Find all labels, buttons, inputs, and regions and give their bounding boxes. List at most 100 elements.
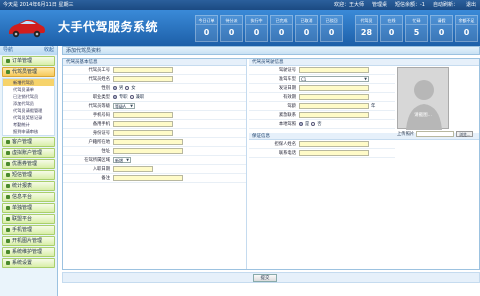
- phone-input[interactable]: [113, 112, 173, 118]
- radio-label: 女: [131, 86, 136, 91]
- menu-icon: [6, 217, 10, 221]
- stat-label: 余额不足: [456, 16, 477, 25]
- form-row: 联系电话: [249, 149, 395, 158]
- stat-leave[interactable]: 请假 0: [430, 15, 453, 42]
- menu-icon: [6, 162, 10, 166]
- form-row: 备用手机: [63, 120, 246, 129]
- local-license-no-radio[interactable]: [311, 122, 316, 126]
- sidebar-item-boot-images[interactable]: 开机图片管理: [2, 236, 55, 246]
- driver-name-input[interactable]: [113, 76, 173, 82]
- sidebar-item-reports[interactable]: 统计报表: [2, 181, 55, 191]
- menu-icon: [6, 228, 10, 232]
- stat-low-balance[interactable]: 余额不足 0: [455, 15, 478, 42]
- browse-button[interactable]: 浏览...: [456, 131, 474, 137]
- stat-pending[interactable]: 待分派 0: [220, 15, 243, 42]
- submenu-item[interactable]: 已注销代驾员: [3, 93, 54, 100]
- hire-date-input[interactable]: [113, 166, 153, 172]
- logout-link[interactable]: 退出: [466, 0, 476, 10]
- submenu-item[interactable]: 代驾员请假管理: [3, 107, 54, 114]
- sidebar-item-orders[interactable]: 订单管理: [2, 56, 55, 66]
- menu-icon: [6, 184, 10, 188]
- validity-input[interactable]: [299, 94, 369, 100]
- sidebar-item-info-platform[interactable]: 信息平台: [2, 192, 55, 202]
- menu-icon: [6, 59, 10, 63]
- menu-icon: [6, 173, 10, 177]
- submit-button[interactable]: 提交: [253, 274, 277, 282]
- app-header: 大手代驾服务系统 今日订单 0 待分派 0 执行中 0 已完成 0 已取消 0 已驳回 0 …: [0, 10, 480, 46]
- gender-male-radio[interactable]: [113, 86, 117, 90]
- stat-busy[interactable]: 忙碌 5: [405, 15, 428, 42]
- form-row: 代驾员等级 等级A ▼: [63, 102, 246, 111]
- sidebar-item-drivers[interactable]: 代驾员管理: [2, 67, 55, 77]
- sidebar-item-customers[interactable]: 客户管理: [2, 137, 55, 147]
- submenu-item[interactable]: 考勤统计: [3, 121, 54, 128]
- stat-label: 已驳回: [321, 16, 342, 25]
- driver-id-input[interactable]: [113, 67, 173, 73]
- level-select[interactable]: 等级A ▼: [113, 103, 135, 109]
- stat-drivers[interactable]: 代驾员 28: [355, 15, 378, 42]
- form-row: 担保人姓名: [249, 140, 395, 149]
- gender-female-radio[interactable]: [125, 86, 130, 90]
- stat-completed[interactable]: 已完成 0: [270, 15, 293, 42]
- fulltime-radio[interactable]: [113, 95, 117, 99]
- stat-rejected[interactable]: 已驳回 0: [320, 15, 343, 42]
- sidebar-item-coupons[interactable]: 优惠券管理: [2, 159, 55, 169]
- sidebar-item-sms[interactable]: 短信管理: [2, 170, 55, 180]
- issue-date-input[interactable]: [299, 85, 369, 91]
- sidebar-collapse-button[interactable]: 收起: [44, 46, 54, 55]
- stat-today-orders[interactable]: 今日订单 0: [195, 15, 218, 42]
- sidebar-item-settings[interactable]: 系统设置: [2, 258, 55, 268]
- submenu-item[interactable]: 新增代驾员: [3, 79, 54, 86]
- radio-label: 兼职: [135, 95, 145, 100]
- select-value: 等级A: [115, 103, 126, 109]
- backup-phone-input[interactable]: [113, 121, 173, 127]
- submenu-item[interactable]: 代驾员清单: [3, 86, 54, 93]
- sidebar-item-virtual-account[interactable]: 虚拟账户管理: [2, 148, 55, 158]
- stat-label: 今日订单: [196, 16, 217, 25]
- shortcut-link[interactable]: 管理桌: [372, 0, 387, 10]
- auto-refresh-toggle[interactable]: 自动刷新：: [433, 0, 458, 10]
- field-label: 本地驾照: [278, 122, 296, 127]
- sidebar-item-phones[interactable]: 手机管理: [2, 225, 55, 235]
- guarantor-phone-input[interactable]: [299, 150, 369, 156]
- sidebar-item-label: 系统设置: [12, 260, 33, 266]
- emergency-contact-input[interactable]: [299, 112, 369, 118]
- address-input[interactable]: [113, 148, 183, 154]
- stat-value: 28: [360, 28, 373, 37]
- menu-icon: [6, 261, 10, 265]
- main-content: 添加代驾员资料 代驾员基本信息 代驾员工号 代驾员姓名 性别 男 女 职业类型 专职 兼…: [62, 46, 480, 296]
- chevron-down-icon: ▼: [130, 103, 133, 108]
- local-license-yes-radio[interactable]: [299, 122, 303, 126]
- vehicle-class-select[interactable]: C1 ▼: [299, 76, 369, 82]
- field-label: 在驾所属区域: [84, 158, 110, 163]
- sidebar: 导航 收起 订单管理 代驾员管理 新增代驾员 代驾员清单 已注销代驾员 添加代驾…: [0, 46, 58, 296]
- region-select[interactable]: 新增 ▼: [113, 157, 131, 163]
- parttime-radio[interactable]: [129, 95, 134, 99]
- driving-years-input[interactable]: [299, 103, 369, 109]
- radio-label: 男: [119, 86, 124, 91]
- form-row: 发证日期: [249, 84, 395, 93]
- sidebar-item-maintenance[interactable]: 系统维护管理: [2, 247, 55, 257]
- sidebar-item-single[interactable]: 单独管理: [2, 203, 55, 213]
- form-row: 性别 男 女: [63, 84, 246, 93]
- id-card-input[interactable]: [113, 130, 173, 136]
- hometown-input[interactable]: [113, 139, 183, 145]
- stat-cancelled[interactable]: 已取消 0: [295, 15, 318, 42]
- stat-value: 0: [463, 28, 470, 37]
- photo-path-input[interactable]: [416, 131, 455, 137]
- submenu-item[interactable]: 代驾员奖惩记录: [3, 114, 54, 121]
- stat-label: 请假: [431, 16, 452, 25]
- submenu-item[interactable]: 添加代驾员: [3, 100, 54, 107]
- stat-running[interactable]: 执行中 0: [245, 15, 268, 42]
- stat-online[interactable]: 在线 0: [380, 15, 403, 42]
- sidebar-item-label: 系统维护管理: [12, 249, 43, 255]
- sidebar-item-alliance[interactable]: 联盟平台: [2, 214, 55, 224]
- form-row: 代驾员姓名: [63, 75, 246, 84]
- submenu-item[interactable]: 报到申请审核: [3, 128, 54, 135]
- form-row: 驾龄 年: [249, 102, 395, 111]
- stat-value: 0: [203, 28, 210, 37]
- license-number-input[interactable]: [299, 67, 369, 73]
- menu-icon: [6, 206, 10, 210]
- guarantor-name-input[interactable]: [299, 141, 369, 147]
- remarks-input[interactable]: [113, 175, 183, 181]
